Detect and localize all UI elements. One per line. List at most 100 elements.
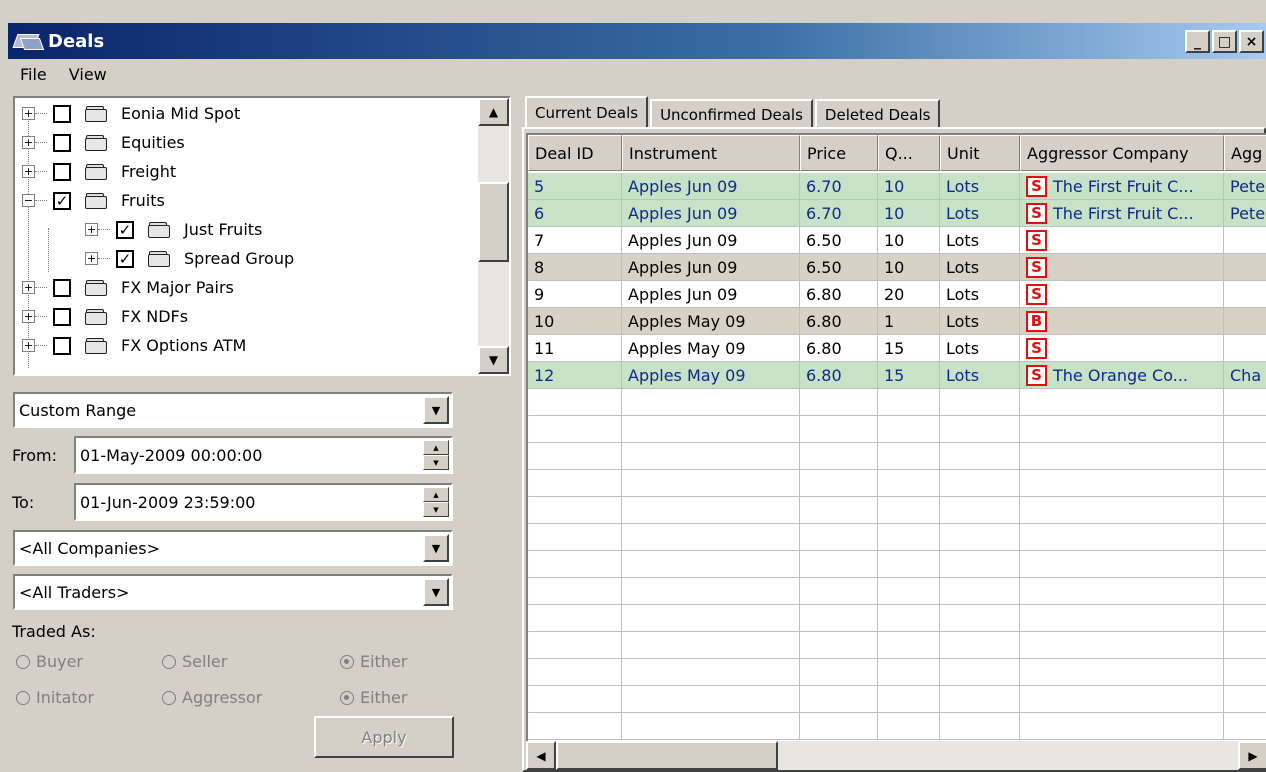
tree-item[interactable]: + ✓ Just Fruits xyxy=(85,215,262,244)
menu-view[interactable]: View xyxy=(57,65,117,84)
radio-either-role[interactable]: Either xyxy=(340,688,407,707)
table-row[interactable]: 8 Apples Jun 09 6.50 10 Lots S xyxy=(528,254,1266,281)
tree-checkbox[interactable] xyxy=(53,307,71,326)
radio-aggressor[interactable]: Aggressor xyxy=(162,688,262,707)
sell-badge-icon: S xyxy=(1026,283,1047,305)
tree-checkbox[interactable]: ✓ xyxy=(116,220,134,239)
column-instrument[interactable]: Instrument xyxy=(622,135,800,171)
scroll-right-icon[interactable]: ▶ xyxy=(1238,741,1266,770)
spin-down-icon[interactable]: ▼ xyxy=(423,502,449,517)
grid-horizontal-scrollbar[interactable]: ◀ ▶ xyxy=(526,741,1266,770)
date-range-select[interactable]: Custom Range ▼ xyxy=(13,392,453,428)
column-price[interactable]: Price xyxy=(800,135,878,171)
folder-icon xyxy=(148,221,170,238)
tree-item[interactable]: + Freight xyxy=(22,157,176,186)
chevron-down-icon[interactable]: ▼ xyxy=(423,578,449,606)
table-row[interactable]: 9 Apples Jun 09 6.80 20 Lots S xyxy=(528,281,1266,308)
from-spinner[interactable]: ▲ ▼ xyxy=(423,440,449,470)
minimize-button[interactable]: _ xyxy=(1185,30,1210,53)
spin-up-icon[interactable]: ▲ xyxy=(423,440,449,455)
radio-seller[interactable]: Seller xyxy=(162,652,227,671)
traders-select[interactable]: <All Traders> ▼ xyxy=(13,574,453,610)
cell-deal-id: 10 xyxy=(528,308,622,335)
close-button[interactable]: × xyxy=(1239,30,1264,53)
tree-checkbox[interactable] xyxy=(53,278,71,297)
cell-price: 6.70 xyxy=(800,173,878,200)
chevron-down-icon[interactable]: ▼ xyxy=(423,396,449,424)
from-datetime-value: 01-May-2009 00:00:00 xyxy=(80,445,263,465)
tree-expander[interactable]: + xyxy=(85,252,98,265)
radio-icon xyxy=(16,690,30,705)
spin-up-icon[interactable]: ▲ xyxy=(423,487,449,502)
companies-select[interactable]: <All Companies> ▼ xyxy=(13,530,453,566)
table-row[interactable]: 5 Apples Jun 09 6.70 10 Lots S The First … xyxy=(528,173,1266,200)
scroll-up-icon[interactable]: ▲ xyxy=(478,98,509,126)
to-datetime-field[interactable]: 01-Jun-2009 23:59:00 ▲ ▼ xyxy=(74,483,453,521)
spin-down-icon[interactable]: ▼ xyxy=(423,455,449,470)
tree-expander[interactable]: + xyxy=(22,339,35,352)
cell-price: 6.50 xyxy=(800,227,878,254)
radio-seller-label: Seller xyxy=(182,652,228,671)
empty-row xyxy=(528,605,1266,632)
radio-buyer[interactable]: Buyer xyxy=(16,652,83,671)
column-aggressor-trader[interactable]: Agg xyxy=(1224,135,1266,171)
tree-checkbox[interactable] xyxy=(53,336,71,355)
tree-expander[interactable]: + xyxy=(22,310,35,323)
cell-quantity: 15 xyxy=(878,335,940,362)
tree-item[interactable]: + Equities xyxy=(22,128,185,157)
sell-badge-icon: S xyxy=(1026,256,1047,278)
scroll-down-icon[interactable]: ▼ xyxy=(478,346,509,374)
tree-item[interactable]: + Eonia Mid Spot xyxy=(22,99,240,128)
tree-item[interactable]: − ✓ Fruits xyxy=(22,186,165,215)
maximize-button[interactable]: □ xyxy=(1212,30,1237,53)
radio-initiator[interactable]: Initator xyxy=(16,688,94,707)
chevron-down-icon[interactable]: ▼ xyxy=(423,534,449,562)
deals-grid[interactable]: Deal ID Instrument Price Q... Unit Aggre… xyxy=(526,133,1266,743)
date-range-value: Custom Range xyxy=(19,400,137,420)
tab-deleted-deals[interactable]: Deleted Deals xyxy=(814,99,941,128)
table-row[interactable]: 12 Apples May 09 6.80 15 Lots S The Orang… xyxy=(528,362,1266,389)
column-deal-id[interactable]: Deal ID xyxy=(528,135,622,171)
tree-item[interactable]: + FX NDFs xyxy=(22,302,188,331)
title-bar[interactable]: Deals _ □ × xyxy=(8,23,1266,59)
cell-aggressor-trader xyxy=(1224,254,1266,281)
tree-item[interactable]: + FX Options ATM xyxy=(22,331,246,360)
tree-checkbox[interactable] xyxy=(53,104,71,123)
to-spinner[interactable]: ▲ ▼ xyxy=(423,487,449,517)
radio-either-side[interactable]: Either xyxy=(340,652,407,671)
apply-button[interactable]: Apply xyxy=(314,716,454,758)
tree-scrollbar[interactable]: ▲ ▼ xyxy=(478,98,509,374)
radio-aggressor-label: Aggressor xyxy=(182,688,263,707)
table-row[interactable]: 11 Apples May 09 6.80 15 Lots S xyxy=(528,335,1266,362)
tree-checkbox[interactable]: ✓ xyxy=(53,191,71,210)
empty-row xyxy=(528,713,1266,740)
cell-aggressor-trader xyxy=(1224,281,1266,308)
tree-expander[interactable]: − xyxy=(22,194,35,207)
table-row[interactable]: 6 Apples Jun 09 6.70 10 Lots S The First … xyxy=(528,200,1266,227)
tree-expander[interactable]: + xyxy=(22,107,35,120)
column-unit[interactable]: Unit xyxy=(940,135,1020,171)
table-row[interactable]: 10 Apples May 09 6.80 1 Lots B xyxy=(528,308,1266,335)
menu-file[interactable]: File xyxy=(8,65,57,84)
tree-expander[interactable]: + xyxy=(22,136,35,149)
column-aggressor-company[interactable]: Aggressor Company xyxy=(1020,135,1224,171)
tree-item[interactable]: + FX Major Pairs xyxy=(22,273,234,302)
tab-unconfirmed-deals[interactable]: Unconfirmed Deals xyxy=(650,99,813,128)
tree-expander[interactable]: + xyxy=(22,281,35,294)
tree-scroll-thumb[interactable] xyxy=(478,182,509,262)
instrument-tree[interactable]: + Eonia Mid Spot + Equities + Freight − … xyxy=(13,96,511,376)
table-row[interactable]: 7 Apples Jun 09 6.50 10 Lots S xyxy=(528,227,1266,254)
empty-row xyxy=(528,659,1266,686)
scroll-left-icon[interactable]: ◀ xyxy=(526,741,556,770)
tree-checkbox[interactable] xyxy=(53,133,71,152)
tab-current-deals[interactable]: Current Deals xyxy=(525,96,649,128)
from-datetime-field[interactable]: 01-May-2009 00:00:00 ▲ ▼ xyxy=(74,436,453,474)
tree-checkbox[interactable]: ✓ xyxy=(116,249,134,268)
tree-expander[interactable]: + xyxy=(85,223,98,236)
column-quantity[interactable]: Q... xyxy=(878,135,940,171)
cell-price: 6.80 xyxy=(800,362,878,389)
grid-scroll-thumb[interactable] xyxy=(556,741,778,770)
tree-expander[interactable]: + xyxy=(22,165,35,178)
tree-checkbox[interactable] xyxy=(53,162,71,181)
tree-item[interactable]: + ✓ Spread Group xyxy=(85,244,294,273)
